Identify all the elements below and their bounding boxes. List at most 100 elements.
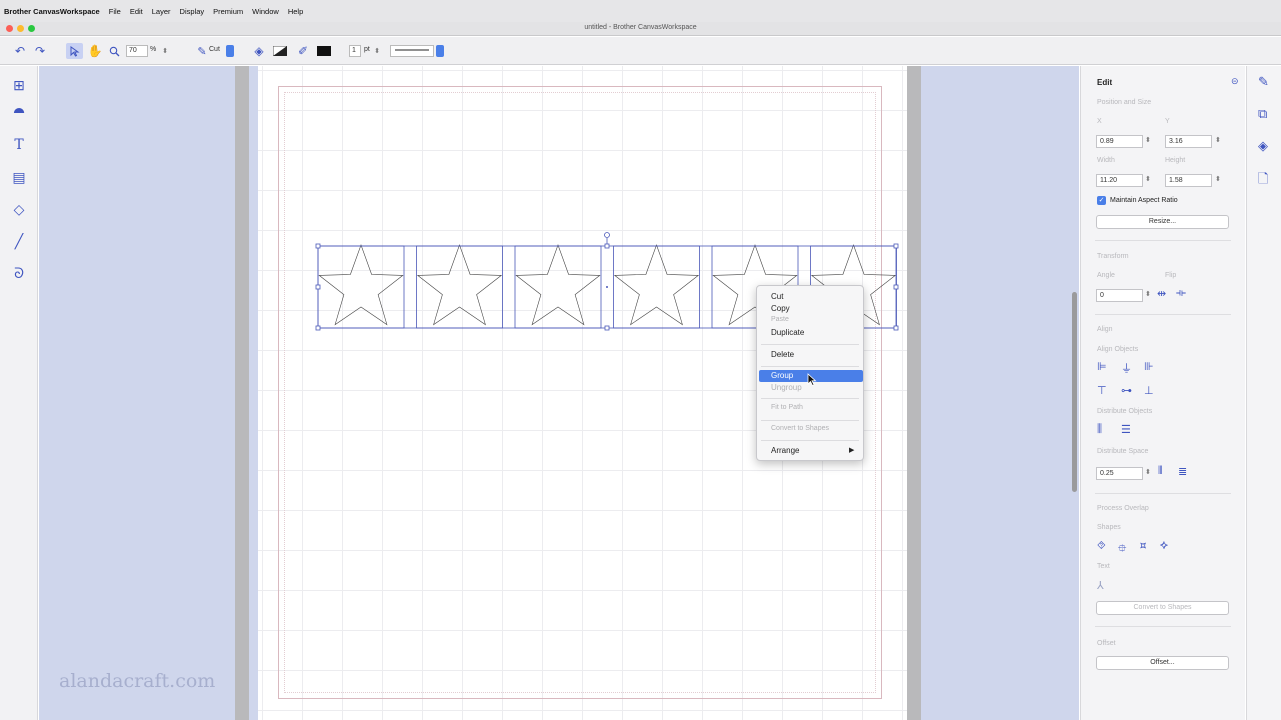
offset-button[interactable]: Offset... (1096, 656, 1229, 670)
star-shape[interactable] (515, 244, 601, 326)
page-tab-icon[interactable]: 🗋 (1258, 170, 1268, 192)
resize-handle[interactable] (893, 325, 899, 331)
panel-options-icon[interactable]: ⊝ (1231, 76, 1239, 87)
cut-settings-tab-icon[interactable]: ✎ (1258, 74, 1269, 90)
align-center-icon[interactable]: ⏚ (1121, 360, 1132, 376)
space-horizontal-icon[interactable]: ⫴ (1158, 465, 1163, 478)
flip-horizontal-icon[interactable]: ⇹ (1157, 287, 1166, 300)
width-input[interactable]: 11.20 (1096, 174, 1143, 187)
menu-help[interactable]: Help (288, 7, 303, 16)
zoom-tool-icon[interactable] (106, 43, 122, 59)
align-right-icon[interactable]: ⊪ (1144, 360, 1154, 373)
space-vertical-icon[interactable]: ≣ (1178, 465, 1187, 478)
resize-handle[interactable] (604, 243, 610, 249)
rotate-handle[interactable] (604, 232, 610, 238)
align-top-icon[interactable]: ⊤ (1097, 384, 1107, 397)
menu-item-delete[interactable]: Delete (771, 350, 794, 359)
fill-icon[interactable]: ◇ (10, 200, 28, 218)
vertical-scrollbar[interactable] (1072, 292, 1077, 492)
line-width-input[interactable]: 1 (349, 45, 361, 57)
line-width-stepper-icon[interactable]: ⬍ (373, 43, 381, 59)
menu-layer[interactable]: Layer (152, 7, 171, 16)
redo-icon[interactable]: ↷ (32, 43, 48, 59)
hand-tool-icon[interactable]: ✋ (87, 43, 103, 59)
text-icon[interactable]: T (10, 136, 28, 154)
star-frame[interactable] (514, 245, 602, 329)
y-stepper-icon[interactable]: ⬍ (1215, 136, 1221, 144)
line-swatch-icon[interactable] (316, 43, 332, 59)
menu-edit[interactable]: Edit (130, 7, 143, 16)
menu-premium[interactable]: Premium (213, 7, 243, 16)
star-frame[interactable] (613, 245, 700, 329)
weld-icon[interactable]: ⯑ (1097, 540, 1106, 553)
height-stepper-icon[interactable]: ⬍ (1215, 175, 1221, 183)
convert-to-shapes-button[interactable]: Convert to Shapes (1096, 601, 1229, 615)
star-frame[interactable] (416, 245, 503, 329)
resize-button[interactable]: Resize... (1096, 215, 1229, 229)
zoom-stepper-icon[interactable]: ⬍ (161, 43, 169, 59)
submenu-arrow-icon: ▶ (849, 447, 855, 454)
line-style-select[interactable] (390, 45, 434, 57)
star-shape[interactable] (613, 244, 700, 326)
star-shape[interactable] (318, 244, 404, 326)
star-frame[interactable] (317, 245, 405, 329)
menu-item-arrange[interactable]: Arrange (771, 446, 799, 455)
width-stepper-icon[interactable]: ⬍ (1145, 175, 1151, 183)
menu-display[interactable]: Display (180, 7, 205, 16)
align-bottom-icon[interactable]: ⊥ (1144, 384, 1154, 397)
align-left-icon[interactable]: ⊫ (1097, 360, 1107, 373)
panel-divider (1095, 626, 1231, 627)
angle-input[interactable]: 0 (1096, 289, 1143, 302)
fill-swatch-icon[interactable] (272, 43, 288, 59)
canvas-workspace[interactable]: alandacraft.com (39, 66, 1079, 720)
edit-tab-icon[interactable]: ⧉ (1258, 106, 1267, 122)
x-input[interactable]: 0.89 (1096, 135, 1143, 148)
pattern-icon[interactable]: ▤ (10, 168, 28, 186)
align-middle-icon[interactable]: ⊶ (1121, 384, 1132, 397)
line-color-icon[interactable]: ✐ (296, 43, 310, 59)
menu-window[interactable]: Window (252, 7, 279, 16)
resize-handle[interactable] (604, 325, 610, 331)
undo-icon[interactable]: ↶ (12, 43, 28, 59)
process-overlap-heading: Process Overlap (1097, 505, 1149, 512)
menu-item-copy[interactable]: Copy (771, 304, 790, 313)
shapes-icon[interactable]: ⯊ (10, 104, 28, 122)
distribute-space-input[interactable]: 0.25 (1096, 467, 1143, 480)
line-icon[interactable]: ╱ (10, 232, 28, 250)
menu-separator (761, 366, 859, 367)
resize-handle[interactable] (893, 243, 899, 249)
resize-handle[interactable] (315, 284, 321, 290)
distribute-horizontal-icon[interactable]: ⫼ (1097, 423, 1102, 436)
menu-file[interactable]: File (109, 7, 121, 16)
resize-handle[interactable] (315, 243, 321, 249)
panel-title: Edit (1097, 78, 1113, 87)
select-tool-icon[interactable] (66, 43, 83, 59)
layers-tab-icon[interactable]: ◈ (1258, 138, 1268, 154)
space-stepper-icon[interactable]: ⬍ (1145, 468, 1151, 476)
y-input[interactable]: 3.16 (1165, 135, 1212, 148)
zoom-input[interactable]: 70 (126, 45, 148, 57)
intersect-icon[interactable]: ⯐ (1118, 540, 1126, 559)
x-stepper-icon[interactable]: ⬍ (1145, 136, 1151, 144)
import-icon[interactable]: ⊞ (10, 76, 28, 94)
maintain-aspect-checkbox[interactable]: ✓ (1097, 196, 1106, 205)
star-shape[interactable] (416, 244, 503, 326)
angle-stepper-icon[interactable]: ⬍ (1145, 290, 1151, 298)
resize-handle[interactable] (315, 325, 321, 331)
menu-app-name[interactable]: Brother CanvasWorkspace (4, 7, 100, 16)
menu-item-cut[interactable]: Cut (771, 292, 783, 301)
subtract-icon[interactable]: ⯏ (1139, 540, 1148, 553)
menu-item-paste: Paste (771, 316, 789, 323)
resize-handle[interactable] (893, 284, 899, 290)
exclude-icon[interactable]: ⯎ (1160, 540, 1168, 553)
curve-icon[interactable]: ᘐ (10, 264, 28, 282)
fill-color-icon[interactable]: ◈ (252, 43, 266, 59)
height-input[interactable]: 1.58 (1165, 174, 1212, 187)
width-label: Width (1097, 157, 1115, 164)
flip-vertical-icon[interactable]: ⟛ (1176, 287, 1186, 300)
distribute-vertical-icon[interactable]: ☰ (1121, 423, 1131, 436)
mode-dropdown-button[interactable] (226, 45, 234, 57)
line-style-dropdown-button[interactable] (436, 45, 444, 57)
menu-item-duplicate[interactable]: Duplicate (771, 328, 804, 337)
menu-item-group[interactable]: Group (771, 371, 793, 380)
